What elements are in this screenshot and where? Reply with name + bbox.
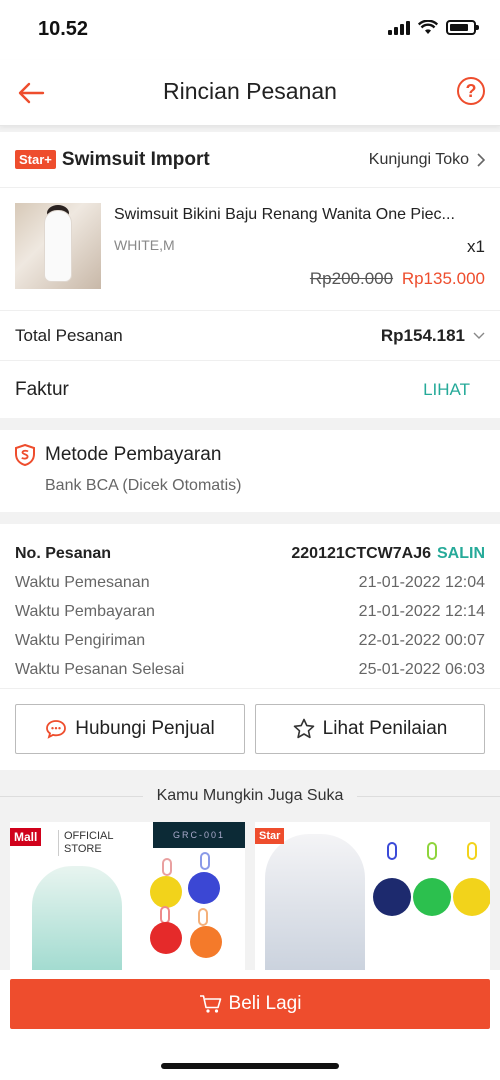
payment-method-value: Bank BCA (Dicek Otomatis) bbox=[45, 477, 242, 494]
chevron-right-icon bbox=[477, 152, 485, 167]
status-bar: 10.52 bbox=[0, 0, 500, 60]
official-store-label: OFFICIAL STORE bbox=[58, 830, 122, 856]
copy-order-number-button[interactable]: SALIN bbox=[437, 545, 485, 563]
completed-time-label: Waktu Pesanan Selesai bbox=[15, 660, 185, 678]
payment-time-label: Waktu Pembayaran bbox=[15, 602, 155, 620]
product-item[interactable]: Swimsuit Bikini Baju Renang Wanita One P… bbox=[0, 188, 500, 311]
order-number: 220121CTCW7AJ6 bbox=[291, 544, 431, 562]
total-value: Rp154.181 bbox=[380, 325, 465, 345]
product-image-label: GRC-001 bbox=[153, 822, 245, 848]
star-plus-badge: Star+ bbox=[15, 150, 56, 169]
recommendations-section: Kamu Mungkin Juga Suka GRC-001 Mall OFFI… bbox=[0, 770, 500, 980]
signal-icon bbox=[388, 20, 410, 35]
mall-badge: Mall bbox=[10, 828, 42, 846]
contact-seller-button[interactable]: Hubungi Penjual bbox=[15, 704, 245, 754]
order-info-card: No. Pesanan 220121CTCW7AJ6 SALIN Waktu P… bbox=[0, 524, 500, 770]
payment-time-row: Waktu Pembayaran 21-01-2022 12:14 bbox=[15, 597, 485, 626]
completed-time-value: 25-01-2022 06:03 bbox=[358, 660, 485, 678]
recommendation-card[interactable]: Star bbox=[255, 822, 490, 980]
recommendations-grid: GRC-001 Mall OFFICIAL STORE Star bbox=[0, 822, 500, 980]
order-number-label: No. Pesanan bbox=[15, 544, 112, 562]
original-price: Rp200.000 bbox=[309, 269, 394, 288]
product-prices: Rp200.000 Rp135.000 bbox=[310, 269, 485, 289]
bottom-action-bar: Beli Lagi bbox=[0, 970, 500, 1080]
payment-title-row: Metode Pembayaran bbox=[15, 444, 485, 466]
top-navbar: Rincian Pesanan ? bbox=[0, 60, 500, 126]
product-variant: WHITE,M bbox=[114, 237, 175, 253]
total-value-group: Rp154.181 bbox=[381, 326, 485, 346]
view-invoice-link[interactable]: LIHAT bbox=[423, 380, 485, 400]
order-time-label: Waktu Pemesanan bbox=[15, 573, 150, 591]
shop-name: Swimsuit Import bbox=[61, 148, 210, 170]
product-info: Swimsuit Bikini Baju Renang Wanita One P… bbox=[114, 203, 485, 310]
wifi-icon bbox=[418, 20, 438, 34]
product-name: Swimsuit Bikini Baju Renang Wanita One P… bbox=[114, 206, 455, 223]
star-badge: Star bbox=[255, 828, 285, 844]
invoice-label: Faktur bbox=[15, 378, 69, 400]
shipping-time-label: Waktu Pengiriman bbox=[15, 631, 146, 649]
system-icons bbox=[388, 20, 479, 35]
chat-icon bbox=[46, 720, 67, 739]
product-thumbnail bbox=[15, 203, 101, 289]
status-time: 10.52 bbox=[38, 18, 89, 40]
payment-time-value: 21-01-2022 12:14 bbox=[358, 602, 485, 620]
star-outline-icon bbox=[293, 718, 314, 739]
order-time-row: Waktu Pemesanan 21-01-2022 12:04 bbox=[15, 568, 485, 597]
buy-again-label: Beli Lagi bbox=[228, 993, 302, 1014]
product-quantity: x1 bbox=[467, 237, 485, 256]
discounted-price: Rp135.000 bbox=[401, 269, 485, 288]
home-indicator bbox=[161, 1063, 339, 1069]
view-review-label: Lihat Penilaian bbox=[322, 718, 448, 739]
visit-shop-link[interactable]: Kunjungi Toko bbox=[369, 151, 485, 169]
contact-seller-label: Hubungi Penjual bbox=[75, 718, 215, 739]
product-image-poncho bbox=[32, 866, 122, 976]
view-review-button[interactable]: Lihat Penilaian bbox=[255, 704, 485, 754]
shipping-time-value: 22-01-2022 00:07 bbox=[358, 631, 485, 649]
invoice-row: Faktur LIHAT bbox=[0, 361, 500, 418]
order-number-row: No. Pesanan 220121CTCW7AJ6 SALIN bbox=[15, 539, 485, 568]
visit-shop-label: Kunjungi Toko bbox=[368, 150, 469, 168]
order-details: No. Pesanan 220121CTCW7AJ6 SALIN Waktu P… bbox=[0, 524, 500, 689]
cart-icon bbox=[199, 995, 221, 1013]
product-image-poncho bbox=[265, 834, 365, 980]
total-label: Total Pesanan bbox=[15, 325, 123, 345]
battery-icon bbox=[446, 20, 479, 35]
order-number-group: 220121CTCW7AJ6 SALIN bbox=[291, 545, 485, 563]
order-time-value: 21-01-2022 12:04 bbox=[358, 573, 485, 591]
shield-payment-icon bbox=[15, 444, 35, 466]
page-title: Rincian Pesanan bbox=[163, 78, 337, 104]
recommendations-title: Kamu Mungkin Juga Suka bbox=[156, 787, 344, 804]
order-card: Star+ Swimsuit Import Kunjungi Toko Swim… bbox=[0, 132, 500, 418]
help-button[interactable]: ? bbox=[457, 77, 485, 105]
order-total-row[interactable]: Total Pesanan Rp154.181 bbox=[0, 311, 500, 361]
shipping-time-row: Waktu Pengiriman 22-01-2022 00:07 bbox=[15, 626, 485, 655]
recommendation-card[interactable]: GRC-001 Mall OFFICIAL STORE bbox=[10, 822, 245, 980]
buy-again-button[interactable]: Beli Lagi bbox=[10, 979, 490, 1029]
payment-title: Metode Pembayaran bbox=[45, 444, 222, 465]
action-buttons: Hubungi Penjual Lihat Penilaian bbox=[0, 689, 500, 769]
payment-method-card: Metode Pembayaran Bank BCA (Dicek Otomat… bbox=[0, 430, 500, 512]
shop-header[interactable]: Star+ Swimsuit Import Kunjungi Toko bbox=[0, 132, 500, 188]
recommendations-header: Kamu Mungkin Juga Suka bbox=[0, 770, 500, 822]
completed-time-row: Waktu Pesanan Selesai 25-01-2022 06:03 bbox=[15, 655, 485, 684]
chevron-down-icon bbox=[473, 332, 485, 339]
